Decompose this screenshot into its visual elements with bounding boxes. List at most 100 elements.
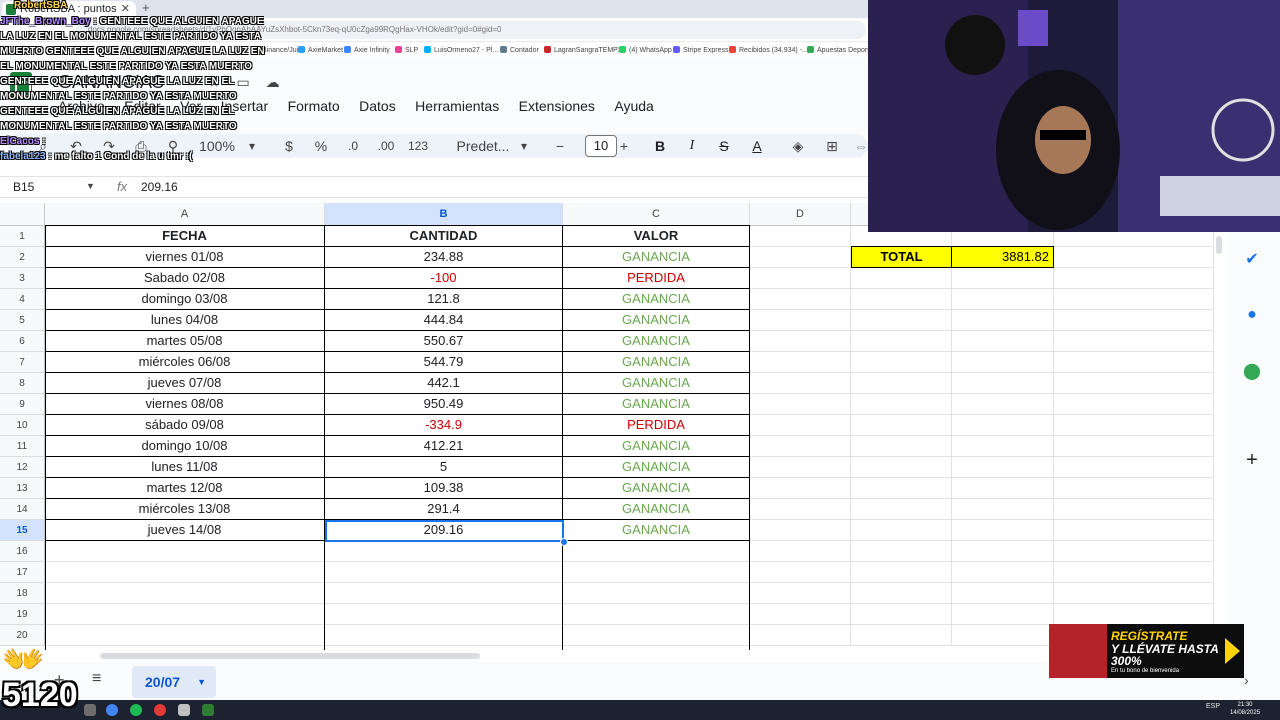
table-cell[interactable]	[750, 583, 851, 604]
cell-cantidad[interactable]: 291.4	[325, 499, 563, 520]
bookmark-item[interactable]: Recibidos (34,934) -...	[729, 46, 808, 54]
cell-valor[interactable]: GANANCIA	[563, 457, 750, 478]
table-cell[interactable]	[952, 604, 1054, 625]
table-cell[interactable]	[45, 604, 325, 625]
table-cell[interactable]	[1054, 373, 1214, 394]
bold-button[interactable]: B	[652, 134, 668, 158]
italic-button[interactable]: I	[684, 134, 700, 158]
table-cell[interactable]	[1054, 352, 1214, 373]
row-header[interactable]: 8	[0, 373, 45, 394]
column-title-fecha[interactable]: FECHA	[45, 226, 325, 247]
search-taskbar-icon[interactable]	[84, 704, 96, 716]
menu-formato[interactable]: Formato	[288, 98, 340, 114]
table-cell[interactable]	[851, 331, 952, 352]
table-cell[interactable]	[952, 310, 1054, 331]
table-cell[interactable]	[45, 562, 325, 583]
table-cell[interactable]	[750, 436, 851, 457]
font-select[interactable]: Predet...	[452, 134, 514, 158]
table-cell[interactable]	[1054, 499, 1214, 520]
row-header[interactable]: 18	[0, 583, 45, 604]
cell-fecha[interactable]: Sabado 02/08	[45, 268, 325, 289]
table-cell[interactable]	[325, 541, 563, 562]
language-indicator[interactable]: ESP	[1206, 703, 1220, 710]
row-header[interactable]: 10	[0, 415, 45, 436]
cell-fecha[interactable]: sábado 09/08	[45, 415, 325, 436]
borders-icon[interactable]: ⊞	[823, 134, 841, 158]
table-cell[interactable]	[851, 520, 952, 541]
cell-valor[interactable]: GANANCIA	[563, 394, 750, 415]
table-cell[interactable]	[45, 583, 325, 604]
table-cell[interactable]	[325, 625, 563, 646]
table-cell[interactable]	[750, 331, 851, 352]
number-format-button[interactable]: 123	[406, 134, 430, 158]
percent-format-button[interactable]: %	[312, 134, 330, 158]
table-cell[interactable]	[952, 541, 1054, 562]
menu-ayuda[interactable]: Ayuda	[614, 98, 653, 114]
chrome-icon[interactable]	[106, 704, 118, 716]
table-cell[interactable]	[1054, 310, 1214, 331]
column-header-b[interactable]: B	[325, 203, 563, 226]
table-cell[interactable]	[750, 226, 851, 247]
cell-valor[interactable]: GANANCIA	[563, 247, 750, 268]
table-cell[interactable]	[851, 457, 952, 478]
table-cell[interactable]	[851, 415, 952, 436]
table-cell[interactable]	[750, 541, 851, 562]
cell-cantidad[interactable]: 412.21	[325, 436, 563, 457]
row-header[interactable]: 9	[0, 394, 45, 415]
table-cell[interactable]	[851, 436, 952, 457]
row-header[interactable]: 17	[0, 562, 45, 583]
strikethrough-button[interactable]: S	[716, 134, 732, 158]
total-value[interactable]: 3881.82	[952, 246, 1054, 268]
column-header-c[interactable]: C	[563, 203, 750, 226]
table-cell[interactable]	[750, 604, 851, 625]
cell-valor[interactable]: GANANCIA	[563, 499, 750, 520]
fill-color-icon[interactable]: ◈	[789, 134, 807, 158]
table-cell[interactable]	[952, 499, 1054, 520]
table-cell[interactable]	[750, 478, 851, 499]
font-size-input[interactable]: 10	[585, 135, 617, 157]
table-cell[interactable]	[851, 604, 952, 625]
decrease-decimals-button[interactable]: .0	[342, 134, 364, 158]
increase-font-size-button[interactable]: +	[616, 134, 632, 158]
name-box[interactable]: B15	[13, 180, 34, 194]
app-icon[interactable]	[178, 704, 190, 716]
table-cell[interactable]	[851, 268, 952, 289]
table-cell[interactable]	[325, 583, 563, 604]
row-header[interactable]: 1	[0, 226, 45, 247]
cell-cantidad[interactable]: 442.1	[325, 373, 563, 394]
cell-fecha[interactable]: miércoles 06/08	[45, 352, 325, 373]
bookmark-item[interactable]: SLP	[395, 46, 418, 54]
table-cell[interactable]	[1054, 436, 1214, 457]
cell-valor[interactable]: GANANCIA	[563, 436, 750, 457]
table-cell[interactable]	[851, 499, 952, 520]
table-cell[interactable]	[750, 310, 851, 331]
new-tab-button[interactable]: +	[142, 0, 150, 15]
all-sheets-button[interactable]: ≡	[92, 670, 101, 688]
table-cell[interactable]	[952, 562, 1054, 583]
table-cell[interactable]	[1054, 331, 1214, 352]
bookmark-item[interactable]: Stripe Express	[673, 46, 729, 54]
total-label[interactable]: TOTAL	[851, 246, 952, 268]
formula-input[interactable]: 209.16	[141, 180, 178, 194]
bookmark-item[interactable]: AxieMarket	[298, 46, 343, 54]
table-cell[interactable]	[325, 604, 563, 625]
cell-valor[interactable]: GANANCIA	[563, 310, 750, 331]
bookmark-item[interactable]: Contador	[500, 46, 539, 54]
add-addon-icon[interactable]: +	[1242, 450, 1262, 470]
cell-cantidad[interactable]: 121.8	[325, 289, 563, 310]
table-cell[interactable]	[563, 562, 750, 583]
cell-fecha[interactable]: lunes 04/08	[45, 310, 325, 331]
spotify-icon[interactable]	[130, 704, 142, 716]
cell-cantidad[interactable]: 950.49	[325, 394, 563, 415]
table-cell[interactable]	[750, 289, 851, 310]
menu-datos[interactable]: Datos	[359, 98, 396, 114]
table-cell[interactable]	[952, 352, 1054, 373]
bookmark-item[interactable]: LuisOrmeno27 - Pl...	[424, 46, 498, 54]
cloud-status-icon[interactable]: ☁	[266, 74, 280, 90]
table-cell[interactable]	[952, 478, 1054, 499]
cell-cantidad[interactable]: -100	[325, 268, 563, 289]
cell-valor[interactable]: GANANCIA	[563, 520, 750, 541]
cell-cantidad[interactable]: 5	[325, 457, 563, 478]
table-cell[interactable]	[1054, 478, 1214, 499]
table-cell[interactable]	[750, 247, 851, 268]
